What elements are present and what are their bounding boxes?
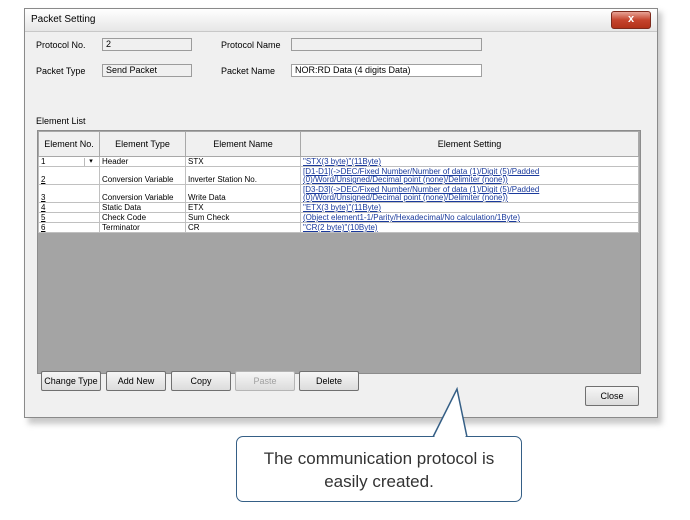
callout-pointer-mask [434,435,466,439]
